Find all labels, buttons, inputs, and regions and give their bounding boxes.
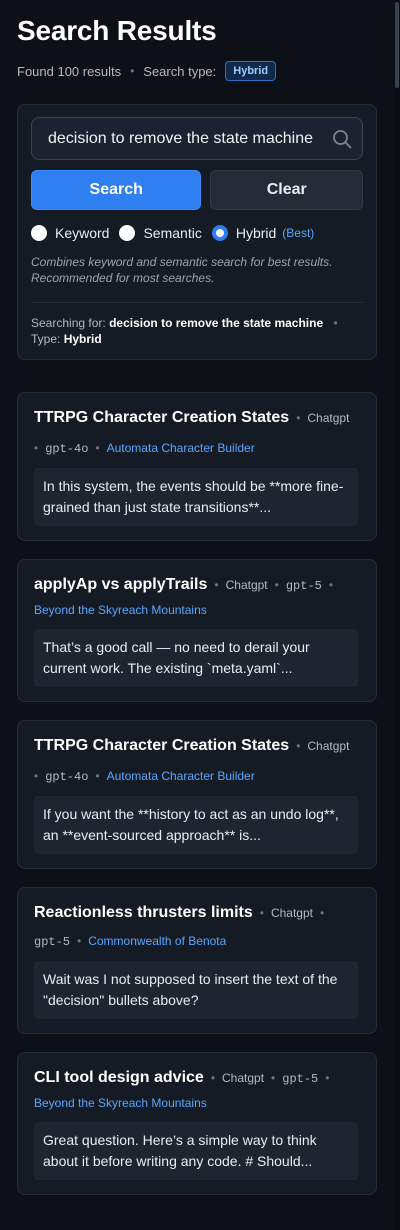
type-value: Hybrid <box>63 332 102 346</box>
option-hybrid[interactable]: Hybrid (Best) <box>211 225 315 241</box>
result-card[interactable]: Reactionless thrusters limits • Chatgpt • g… <box>17 887 377 1034</box>
result-model: gpt-5 <box>34 935 71 949</box>
page-title: Search Results <box>17 15 217 46</box>
result-project-link[interactable]: Commonwealth of Benota <box>88 934 226 948</box>
result-meta: • gpt-4o • Automata Character Builder <box>34 441 255 456</box>
result-model: gpt-5 <box>282 1072 319 1086</box>
search-icon[interactable] <box>331 128 353 150</box>
result-model: gpt-4o <box>45 442 89 456</box>
divider <box>31 302 363 303</box>
radio-keyword[interactable] <box>31 225 47 241</box>
result-header: TTRPG Character Creation States • Chatgpt <box>34 409 350 426</box>
page-scrollbar[interactable] <box>394 0 400 1230</box>
search-type-badge: Hybrid <box>225 61 277 81</box>
option-keyword-label: Keyword <box>55 225 110 241</box>
option-semantic-label: Semantic <box>143 225 202 241</box>
searching-for-label: Searching for: <box>31 316 106 330</box>
type-label: Type: <box>31 332 61 346</box>
result-title[interactable]: Reactionless thrusters limits <box>34 904 253 921</box>
result-snippet: In this system, the events should be **m… <box>34 468 358 526</box>
search-results-page: Search Results Found 100 results • Searc… <box>0 0 394 1195</box>
result-source: Chatgpt <box>307 739 350 753</box>
result-source: Chatgpt <box>222 1071 265 1085</box>
result-meta: • gpt-4o • Automata Character Builder <box>34 769 255 784</box>
result-title[interactable]: TTRPG Character Creation States <box>34 409 289 426</box>
search-box[interactable] <box>31 117 363 160</box>
option-semantic[interactable]: Semantic <box>119 225 202 241</box>
result-model: gpt-5 <box>285 579 322 593</box>
clear-button[interactable]: Clear <box>210 170 363 210</box>
result-card[interactable]: TTRPG Character Creation States • Chatgpt … <box>17 720 377 869</box>
search-actions: Search Clear <box>31 170 363 210</box>
search-type-options: Keyword Semantic Hybrid (Best) <box>31 224 363 242</box>
hint-line: Recommended for most searches. <box>31 271 215 285</box>
searching-for-value: decision to remove the state machine <box>109 316 324 330</box>
best-label: (Best) <box>282 226 315 240</box>
result-source: Chatgpt <box>270 906 313 920</box>
result-snippet: Wait was I not supposed to insert the te… <box>34 961 358 1019</box>
results-count: Found 100 results <box>17 63 122 79</box>
result-title[interactable]: CLI tool design advice <box>34 1069 204 1086</box>
result-source: Chatgpt <box>307 411 350 425</box>
result-header: CLI tool design advice • Chatgpt • gpt-5 • <box>34 1069 330 1086</box>
meta-separator: • <box>130 64 135 78</box>
search-type-hint: Combines keyword and semantic search for… <box>31 254 363 286</box>
hint-line: Combines keyword and semantic search for… <box>31 255 333 269</box>
results-meta: Found 100 results • Search type: Hybrid <box>17 61 378 81</box>
search-type-label: Search type: <box>143 63 217 79</box>
result-header: Reactionless thrusters limits • Chatgpt • <box>34 904 325 921</box>
result-header: applyAp vs applyTrails • Chatgpt • gpt-5 • <box>34 576 334 593</box>
result-title[interactable]: TTRPG Character Creation States <box>34 737 289 754</box>
search-button[interactable]: Search <box>31 170 202 210</box>
summary-separator: • <box>333 316 338 330</box>
option-keyword[interactable]: Keyword <box>31 225 109 241</box>
result-meta: Beyond the Skyreach Mountains <box>34 1092 360 1114</box>
result-meta: Beyond the Skyreach Mountains <box>34 599 360 621</box>
result-card[interactable]: applyAp vs applyTrails • Chatgpt • gpt-5 • Be… <box>17 559 377 702</box>
result-source: Chatgpt <box>225 578 268 592</box>
search-input[interactable] <box>48 129 331 148</box>
result-project-link[interactable]: Beyond the Skyreach Mountains <box>34 1096 207 1110</box>
search-panel: Search Clear Keyword Semantic Hybrid (Be… <box>17 104 377 360</box>
result-project-link[interactable]: Automata Character Builder <box>107 769 255 783</box>
radio-hybrid[interactable] <box>211 225 228 241</box>
result-model: gpt-4o <box>45 770 89 784</box>
radio-semantic[interactable] <box>119 225 136 241</box>
result-snippet: If you want the **history to act as an u… <box>34 796 358 854</box>
result-snippet: Great question. Here’s a simple way to t… <box>34 1122 358 1180</box>
scrollbar-thumb[interactable] <box>395 2 399 88</box>
result-card[interactable]: TTRPG Character Creation States • Chatgpt … <box>17 392 377 541</box>
result-card[interactable]: CLI tool design advice • Chatgpt • gpt-5 • Be… <box>17 1052 377 1195</box>
result-title[interactable]: applyAp vs applyTrails <box>34 576 207 593</box>
result-project-link[interactable]: Beyond the Skyreach Mountains <box>34 603 207 617</box>
option-hybrid-label: Hybrid <box>235 225 277 241</box>
result-project-link[interactable]: Automata Character Builder <box>107 441 255 455</box>
result-meta: gpt-5 • Commonwealth of Benota <box>34 934 227 949</box>
result-header: TTRPG Character Creation States • Chatgpt <box>34 737 350 754</box>
result-snippet: That’s a good call — no need to derail y… <box>34 629 358 687</box>
search-summary: Searching for: decision to remove the st… <box>31 315 363 347</box>
